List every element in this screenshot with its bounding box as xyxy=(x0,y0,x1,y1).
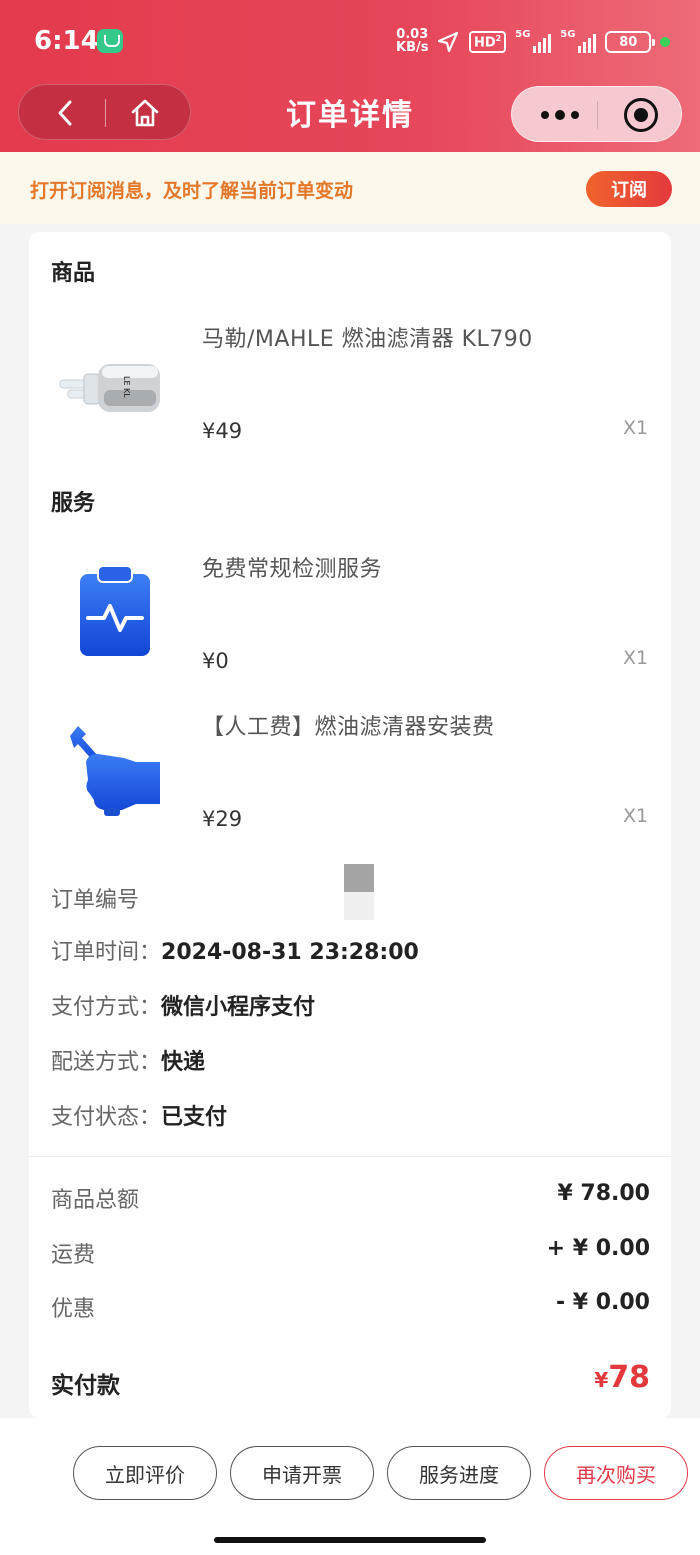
signal-strength-icon-2: 5G xyxy=(560,29,597,53)
battery-level: 80 xyxy=(619,34,638,50)
nav-left-capsule xyxy=(18,84,191,140)
invoice-button[interactable]: 申请开票 xyxy=(230,1446,374,1500)
paid-amount-label: 实付款 xyxy=(51,1373,120,1399)
service-item-price-2: ¥29 xyxy=(202,807,243,831)
paid-amount-value: ¥78 xyxy=(594,1360,650,1395)
status-icons: HD2 5G 5G 80 xyxy=(436,28,671,56)
summary-divider xyxy=(29,1156,671,1157)
pay-status-row: 支付状态：已支付 xyxy=(51,1099,227,1131)
service-item-price-1: ¥0 xyxy=(202,649,229,673)
back-button[interactable] xyxy=(47,95,83,131)
fuel-filter-image[interactable]: LE KL xyxy=(54,350,168,422)
order-time-row: 订单时间：2024-08-31 23:28:00 xyxy=(51,934,419,966)
miniprogram-capsule xyxy=(511,86,682,142)
subscribe-text: 打开订阅消息，及时了解当前订单变动 xyxy=(30,180,354,202)
home-indicator[interactable] xyxy=(214,1537,486,1543)
hd-voice-icon: HD2 xyxy=(469,30,507,54)
goods-section-title: 商品 xyxy=(51,261,96,286)
delivery-value: 快递 xyxy=(161,1050,206,1075)
home-icon xyxy=(131,99,159,127)
battery-icon: 80 xyxy=(605,31,656,53)
pay-method-row: 支付方式：微信小程序支付 xyxy=(51,989,315,1021)
pay-method-value: 微信小程序支付 xyxy=(161,995,316,1020)
service-progress-button[interactable]: 服务进度 xyxy=(387,1446,531,1500)
signal-strength-icon: 5G xyxy=(515,29,552,53)
svg-text:LE KL: LE KL xyxy=(122,376,131,398)
delivery-row: 配送方式：快递 xyxy=(51,1044,205,1076)
service-item-qty-2: X1 xyxy=(623,805,649,827)
goods-item-name: 马勒/MAHLE 燃油滤清器 KL790 xyxy=(202,327,533,352)
discount-value: - ¥ 0.00 xyxy=(555,1290,650,1315)
chevron-left-icon xyxy=(58,100,72,126)
more-menu-button[interactable] xyxy=(528,95,592,135)
discount-label: 优惠 xyxy=(51,1297,96,1322)
service-item-qty-1: X1 xyxy=(623,647,649,669)
app-notification-icon xyxy=(97,29,123,53)
network-speed-unit: KB/s xyxy=(396,40,429,55)
redacted-order-number-lower xyxy=(344,892,374,920)
signal-label: 5G xyxy=(515,29,531,40)
nav-divider xyxy=(105,99,106,127)
order-time-value: 2024-08-31 23:28:00 xyxy=(161,940,419,965)
shipping-value: + ¥ 0.00 xyxy=(546,1236,650,1261)
clipboard-pulse-icon xyxy=(74,564,158,664)
goods-item-price: ¥49 xyxy=(202,419,243,443)
delivery-label: 配送方式： xyxy=(51,1050,162,1075)
goods-item-qty: X1 xyxy=(623,417,649,439)
order-number-label: 订单编号 xyxy=(51,888,140,913)
hand-wrench-icon xyxy=(64,722,164,818)
subscribe-button[interactable]: 订阅 xyxy=(586,171,672,207)
capsule-divider xyxy=(597,101,598,129)
status-bar: 6:14 0.03 KB/s HD2 5G 5G 80 xyxy=(0,0,700,84)
rebuy-button[interactable]: 再次购买 xyxy=(544,1446,688,1500)
goods-total-label: 商品总额 xyxy=(51,1188,140,1213)
home-button[interactable] xyxy=(127,95,163,131)
review-button[interactable]: 立即评价 xyxy=(73,1446,217,1500)
pay-method-label: 支付方式： xyxy=(51,995,162,1020)
hd-label: HD xyxy=(474,35,496,51)
paid-amount: 78 xyxy=(608,1360,650,1395)
service-item-name-2: 【人工费】燃油滤清器安装费 xyxy=(202,715,495,740)
network-speed: 0.03 KB/s xyxy=(396,28,428,54)
paid-currency: ¥ xyxy=(594,1368,609,1392)
pay-status-value: 已支付 xyxy=(161,1105,228,1130)
goods-total-value: ¥ 78.00 xyxy=(557,1181,650,1206)
signal-label-2: 5G xyxy=(560,29,576,40)
close-miniprogram-button[interactable] xyxy=(624,98,658,132)
location-arrow-icon xyxy=(437,31,459,53)
privacy-indicator-dot xyxy=(660,37,671,47)
status-time: 6:14 xyxy=(34,26,99,56)
service-item-name-1: 免费常规检测服务 xyxy=(202,557,383,582)
pay-status-label: 支付状态： xyxy=(51,1105,162,1130)
redacted-order-number xyxy=(344,864,374,892)
order-time-label: 订单时间： xyxy=(51,940,162,965)
services-section-title: 服务 xyxy=(51,491,96,516)
shipping-label: 运费 xyxy=(51,1243,96,1268)
hd-sub: 2 xyxy=(495,33,502,43)
